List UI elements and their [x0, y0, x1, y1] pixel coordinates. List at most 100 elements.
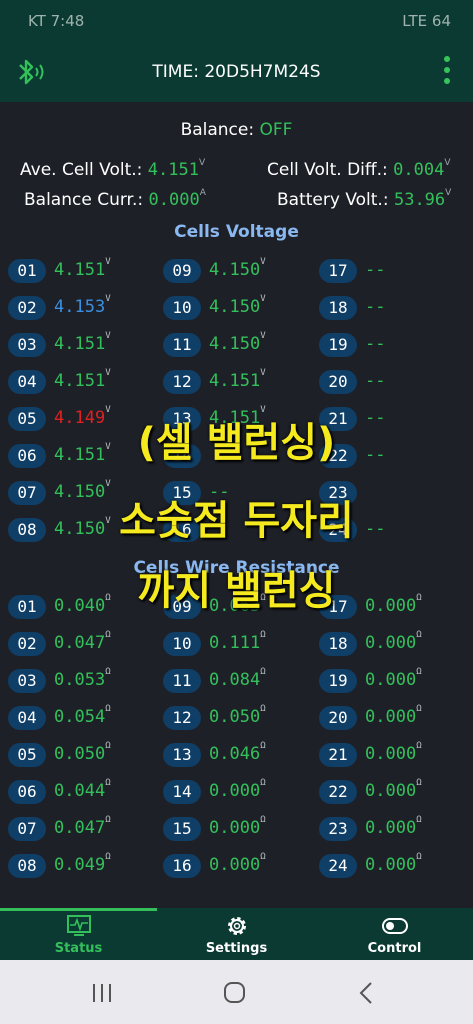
cell-value: 0.000Ω — [209, 778, 266, 801]
ave-cell-volt-label: Ave. Cell Volt.: — [20, 160, 143, 180]
cell-unit: Ω — [260, 815, 266, 825]
cell-number-badge: 20 — [319, 706, 357, 730]
cell-number-badge: 11 — [163, 333, 201, 357]
cell-value: 4.150V — [209, 294, 266, 317]
cell-value: -- — [365, 334, 385, 354]
cell-value: 0.000Ω — [365, 852, 422, 875]
balance-status: Balance: OFF — [0, 120, 473, 140]
overlay-caption-line3: 까지 밸런싱 — [137, 568, 336, 614]
cell-unit: Ω — [105, 778, 111, 788]
cell-unit: Ω — [260, 741, 266, 751]
cell-value: 0.000Ω — [209, 815, 266, 838]
cell-unit: V — [260, 368, 266, 378]
cell-unit: Ω — [105, 667, 111, 677]
balance-label: Balance: — [180, 120, 255, 140]
cell-number-badge: 10 — [163, 296, 201, 320]
tab-control[interactable]: Control — [316, 908, 473, 960]
cell-number-badge: 18 — [319, 296, 357, 320]
ave-cell-volt: Ave. Cell Volt.: 4.151V — [20, 158, 206, 180]
battery-volt-value: 53.96 — [393, 190, 446, 210]
cell-value-text: 0.000 — [365, 707, 417, 727]
cell-value-text: 0.000 — [365, 855, 417, 875]
ave-cell-volt-value: 4.151 — [147, 160, 199, 180]
cell-value: 0.044Ω — [54, 778, 111, 801]
cell-value: 0.047Ω — [54, 815, 111, 838]
cell-value-text: 0.050 — [54, 744, 106, 764]
cells-voltage-title: Cells Voltage — [174, 222, 299, 242]
cell-number-badge: 03 — [8, 669, 46, 693]
cell-value-text: 4.150 — [209, 297, 261, 317]
cell-value: 4.153V — [54, 294, 111, 317]
cell-number-badge: 08 — [8, 854, 46, 878]
cell-number-badge: 12 — [163, 370, 201, 394]
cell-unit: V — [105, 331, 111, 341]
cell-value-text: 4.150 — [209, 334, 261, 354]
cell-unit: V — [105, 257, 111, 267]
more-vertical-icon[interactable] — [443, 56, 451, 88]
cell-value: 0.000Ω — [365, 667, 422, 690]
cell-unit: Ω — [105, 630, 111, 640]
cell-number-badge: 10 — [163, 632, 201, 656]
cell-unit: V — [260, 294, 266, 304]
cell-number-badge: 02 — [8, 632, 46, 656]
cell-number-badge: 03 — [8, 333, 46, 357]
cell-number-badge: 20 — [319, 370, 357, 394]
cell-value: 0.049Ω — [54, 852, 111, 875]
cell-value: 4.150V — [209, 331, 266, 354]
battery-volt-unit: V — [445, 188, 452, 198]
cell-value-text: 4.150 — [209, 260, 261, 280]
recent-apps-icon[interactable] — [90, 982, 114, 1004]
cell-number-badge: 01 — [8, 259, 46, 283]
gear-icon — [228, 917, 246, 935]
tab-settings[interactable]: Settings — [158, 908, 315, 960]
home-icon[interactable] — [222, 980, 248, 1006]
cell-value-text: -- — [365, 260, 386, 280]
cell-value: 0.000Ω — [365, 741, 422, 764]
carrier-time: KT 7:48 — [28, 12, 85, 30]
cell-number-badge: 12 — [163, 706, 201, 730]
balance-curr: Balance Curr.: 0.000A — [24, 188, 206, 210]
cell-number-badge: 02 — [8, 296, 46, 320]
cell-number-badge: 19 — [319, 333, 357, 357]
back-icon[interactable] — [356, 980, 376, 1006]
balance-curr-value: 0.000 — [148, 190, 200, 210]
cell-value: 0.000Ω — [209, 852, 266, 875]
cell-unit: Ω — [260, 778, 266, 788]
cell-value-text: 0.047 — [54, 633, 106, 653]
tab-status[interactable]: Status — [0, 908, 157, 960]
cell-value-text: 0.000 — [209, 818, 261, 838]
cell-number-badge: 04 — [8, 706, 46, 730]
cell-number-badge: 22 — [319, 780, 357, 804]
cell-value: 0.000Ω — [365, 778, 422, 801]
cell-number-badge: 19 — [319, 669, 357, 693]
cell-unit: Ω — [416, 630, 422, 640]
cell-unit: Ω — [416, 778, 422, 788]
cell-value-text: 4.151 — [54, 371, 106, 391]
cell-value: 0.000Ω — [365, 630, 422, 653]
cell-number-badge: 07 — [8, 817, 46, 841]
cell-value: 0.000Ω — [365, 815, 422, 838]
ave-cell-volt-unit: V — [198, 158, 206, 168]
balance-curr-unit: A — [199, 188, 206, 198]
cell-value-text: 0.044 — [54, 781, 106, 801]
overlay-caption-line2: 소숫점 두자리 — [119, 498, 354, 544]
app-bar: TIME: 20D5H7M24S — [0, 42, 473, 102]
cell-value-text: 0.054 — [54, 707, 106, 727]
battery-volt: Battery Volt.: 53.96V — [277, 188, 452, 210]
toggle-icon — [382, 918, 408, 934]
balance-value: OFF — [259, 120, 293, 140]
cell-unit: V — [105, 294, 111, 304]
cell-value-text: 0.000 — [365, 744, 417, 764]
cell-value-text: 0.000 — [365, 670, 417, 690]
cell-value-text: 0.000 — [209, 855, 261, 875]
cell-value-text: 4.153 — [54, 297, 106, 317]
overlay-caption-line1: (셀 밸런싱) — [137, 420, 336, 466]
cell-unit: Ω — [416, 852, 422, 862]
cell-unit: Ω — [260, 704, 266, 714]
cell-number-badge: 21 — [319, 743, 357, 767]
uptime-title: TIME: 20D5H7M24S — [152, 62, 321, 82]
cell-value-text: 0.047 — [54, 818, 106, 838]
cell-unit: Ω — [105, 704, 111, 714]
cell-unit: V — [260, 331, 266, 341]
cell-value-text: 0.046 — [209, 744, 261, 764]
